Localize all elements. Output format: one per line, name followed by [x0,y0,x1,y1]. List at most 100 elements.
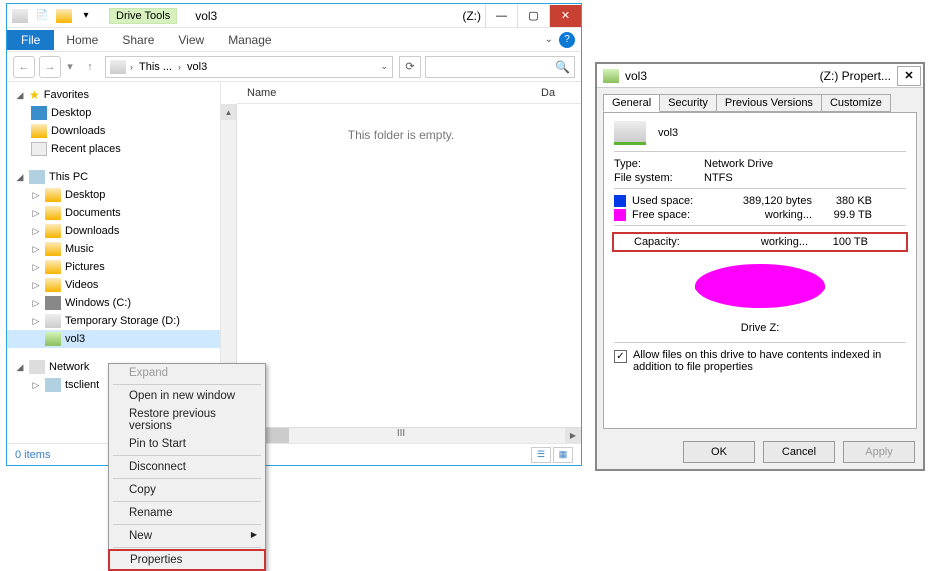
capacity-highlight: Capacity: working... 100 TB [612,232,908,252]
tree-label: Music [65,243,94,255]
horizontal-scrollbar[interactable]: ◀ III ▶ [221,427,581,443]
tree-label: Desktop [65,189,105,201]
ctx-separator [113,384,261,385]
ribbon: File Home Share View Manage ⌄ ? [7,28,581,52]
pie-chart [695,264,825,318]
ctx-properties[interactable]: Properties [110,551,264,569]
maximize-button[interactable]: ▢ [517,5,549,27]
tree-temp-d[interactable]: ▷Temporary Storage (D:) [7,312,220,330]
address-dropdown-icon[interactable]: ⌄ [380,61,388,72]
system-menu-icon[interactable] [11,7,29,25]
free-label: Free space: [632,209,712,221]
empty-folder-message: This folder is empty. [221,128,581,142]
search-input[interactable]: 🔍 [425,56,575,78]
ribbon-share[interactable]: Share [110,30,166,50]
qat-dropdown-icon[interactable]: ▾ [77,7,95,25]
titlebar: 📄 ▾ Drive Tools vol3 (Z:) — ▢ ✕ [7,4,581,28]
minimize-button[interactable]: — [485,5,517,27]
breadcrumb-sep: › [130,62,133,72]
tree-label: Pictures [65,261,105,273]
ctx-expand: Expand [109,364,265,382]
refresh-button[interactable]: ⟳ [399,56,421,78]
dialog-buttons: OK Cancel Apply [597,435,923,469]
breadcrumb-root[interactable]: This ... [137,61,174,73]
tab-previous-versions[interactable]: Previous Versions [716,94,822,112]
scroll-up-icon[interactable]: ▲ [221,104,236,120]
drive-letter-label: Drive Z: [614,322,906,334]
tab-customize[interactable]: Customize [821,94,891,112]
address-drive-icon [110,60,126,74]
ribbon-collapse-icon[interactable]: ⌄ [539,34,559,45]
view-icons-button[interactable]: ▦ [553,447,573,463]
breadcrumb-seg[interactable]: vol3 [185,61,209,73]
free-swatch [614,209,626,221]
tree-thispc[interactable]: ◢This PC [7,168,220,186]
ribbon-manage[interactable]: Manage [216,30,283,50]
index-label: Allow files on this drive to have conten… [633,349,906,373]
props-titlebar: vol3 (Z:) Propert... ✕ [597,64,923,88]
qat-properties-icon[interactable]: 📄 [33,7,51,25]
tree-label: Videos [65,279,98,291]
volume-name: vol3 [658,127,678,139]
tree-recent[interactable]: Recent places [7,140,220,158]
filesystem-label: File system: [614,172,704,184]
vertical-scrollbar[interactable]: ▲ [221,104,237,404]
qat-newfolder-icon[interactable] [55,7,73,25]
ctx-restore-versions[interactable]: Restore previous versions [109,405,265,435]
tree-label: Temporary Storage (D:) [65,315,180,327]
nav-up-button[interactable]: ↑ [79,56,101,78]
cancel-button[interactable]: Cancel [763,441,835,463]
tab-general[interactable]: General [603,94,660,112]
scroll-right-icon[interactable]: ▶ [565,428,581,443]
separator [614,342,906,343]
nav-history-dropdown[interactable]: ▾ [65,60,75,73]
ribbon-view[interactable]: View [166,30,216,50]
window-title: vol3 [195,9,217,23]
column-name[interactable]: Name [237,87,541,99]
tab-security[interactable]: Security [659,94,717,112]
ok-button[interactable]: OK [683,441,755,463]
contextual-tab-drive-tools[interactable]: Drive Tools [109,8,177,24]
close-button[interactable]: ✕ [549,5,581,27]
tree-documents[interactable]: ▷Documents [7,204,220,222]
window-drive-letter: (Z:) [462,9,481,23]
separator [614,151,906,152]
address-input[interactable]: › This ... › vol3 ⌄ [105,56,393,78]
tree-label: Recent places [51,143,121,155]
ctx-new[interactable]: New [109,527,265,545]
help-icon[interactable]: ? [559,32,575,48]
props-close-button[interactable]: ✕ [897,66,921,86]
ctx-rename[interactable]: Rename [109,504,265,522]
apply-button[interactable]: Apply [843,441,915,463]
column-date[interactable]: Da [541,87,581,99]
ctx-disconnect[interactable]: Disconnect [109,458,265,476]
tree-label: Desktop [51,107,91,119]
tree-music[interactable]: ▷Music [7,240,220,258]
view-details-button[interactable]: ☰ [531,447,551,463]
tree-label: vol3 [65,333,85,345]
capacity-label: Capacity: [618,236,708,248]
tree-pc-downloads[interactable]: ▷Downloads [7,222,220,240]
tree-vol3[interactable]: vol3 [7,330,220,348]
tree-downloads[interactable]: Downloads [7,122,220,140]
separator [614,225,906,226]
properties-dialog: vol3 (Z:) Propert... ✕ General Security … [595,62,925,471]
drive-large-icon [614,121,646,145]
separator [614,188,906,189]
tree-label: Windows (C:) [65,297,131,309]
tree-pictures[interactable]: ▷Pictures [7,258,220,276]
tree-pc-desktop[interactable]: ▷Desktop [7,186,220,204]
tree-label: Favorites [44,89,89,101]
tree-videos[interactable]: ▷Videos [7,276,220,294]
tree-favorites[interactable]: ◢★Favorites [7,86,220,104]
nav-forward-button[interactable]: → [39,56,61,78]
ribbon-file[interactable]: File [7,30,54,50]
tree-desktop[interactable]: Desktop [7,104,220,122]
index-checkbox[interactable]: ✓ [614,350,627,363]
ctx-open-new-window[interactable]: Open in new window [109,387,265,405]
ribbon-home[interactable]: Home [54,30,110,50]
tree-windows-c[interactable]: ▷Windows (C:) [7,294,220,312]
ctx-copy[interactable]: Copy [109,481,265,499]
ctx-pin-start[interactable]: Pin to Start [109,435,265,453]
nav-back-button[interactable]: ← [13,56,35,78]
